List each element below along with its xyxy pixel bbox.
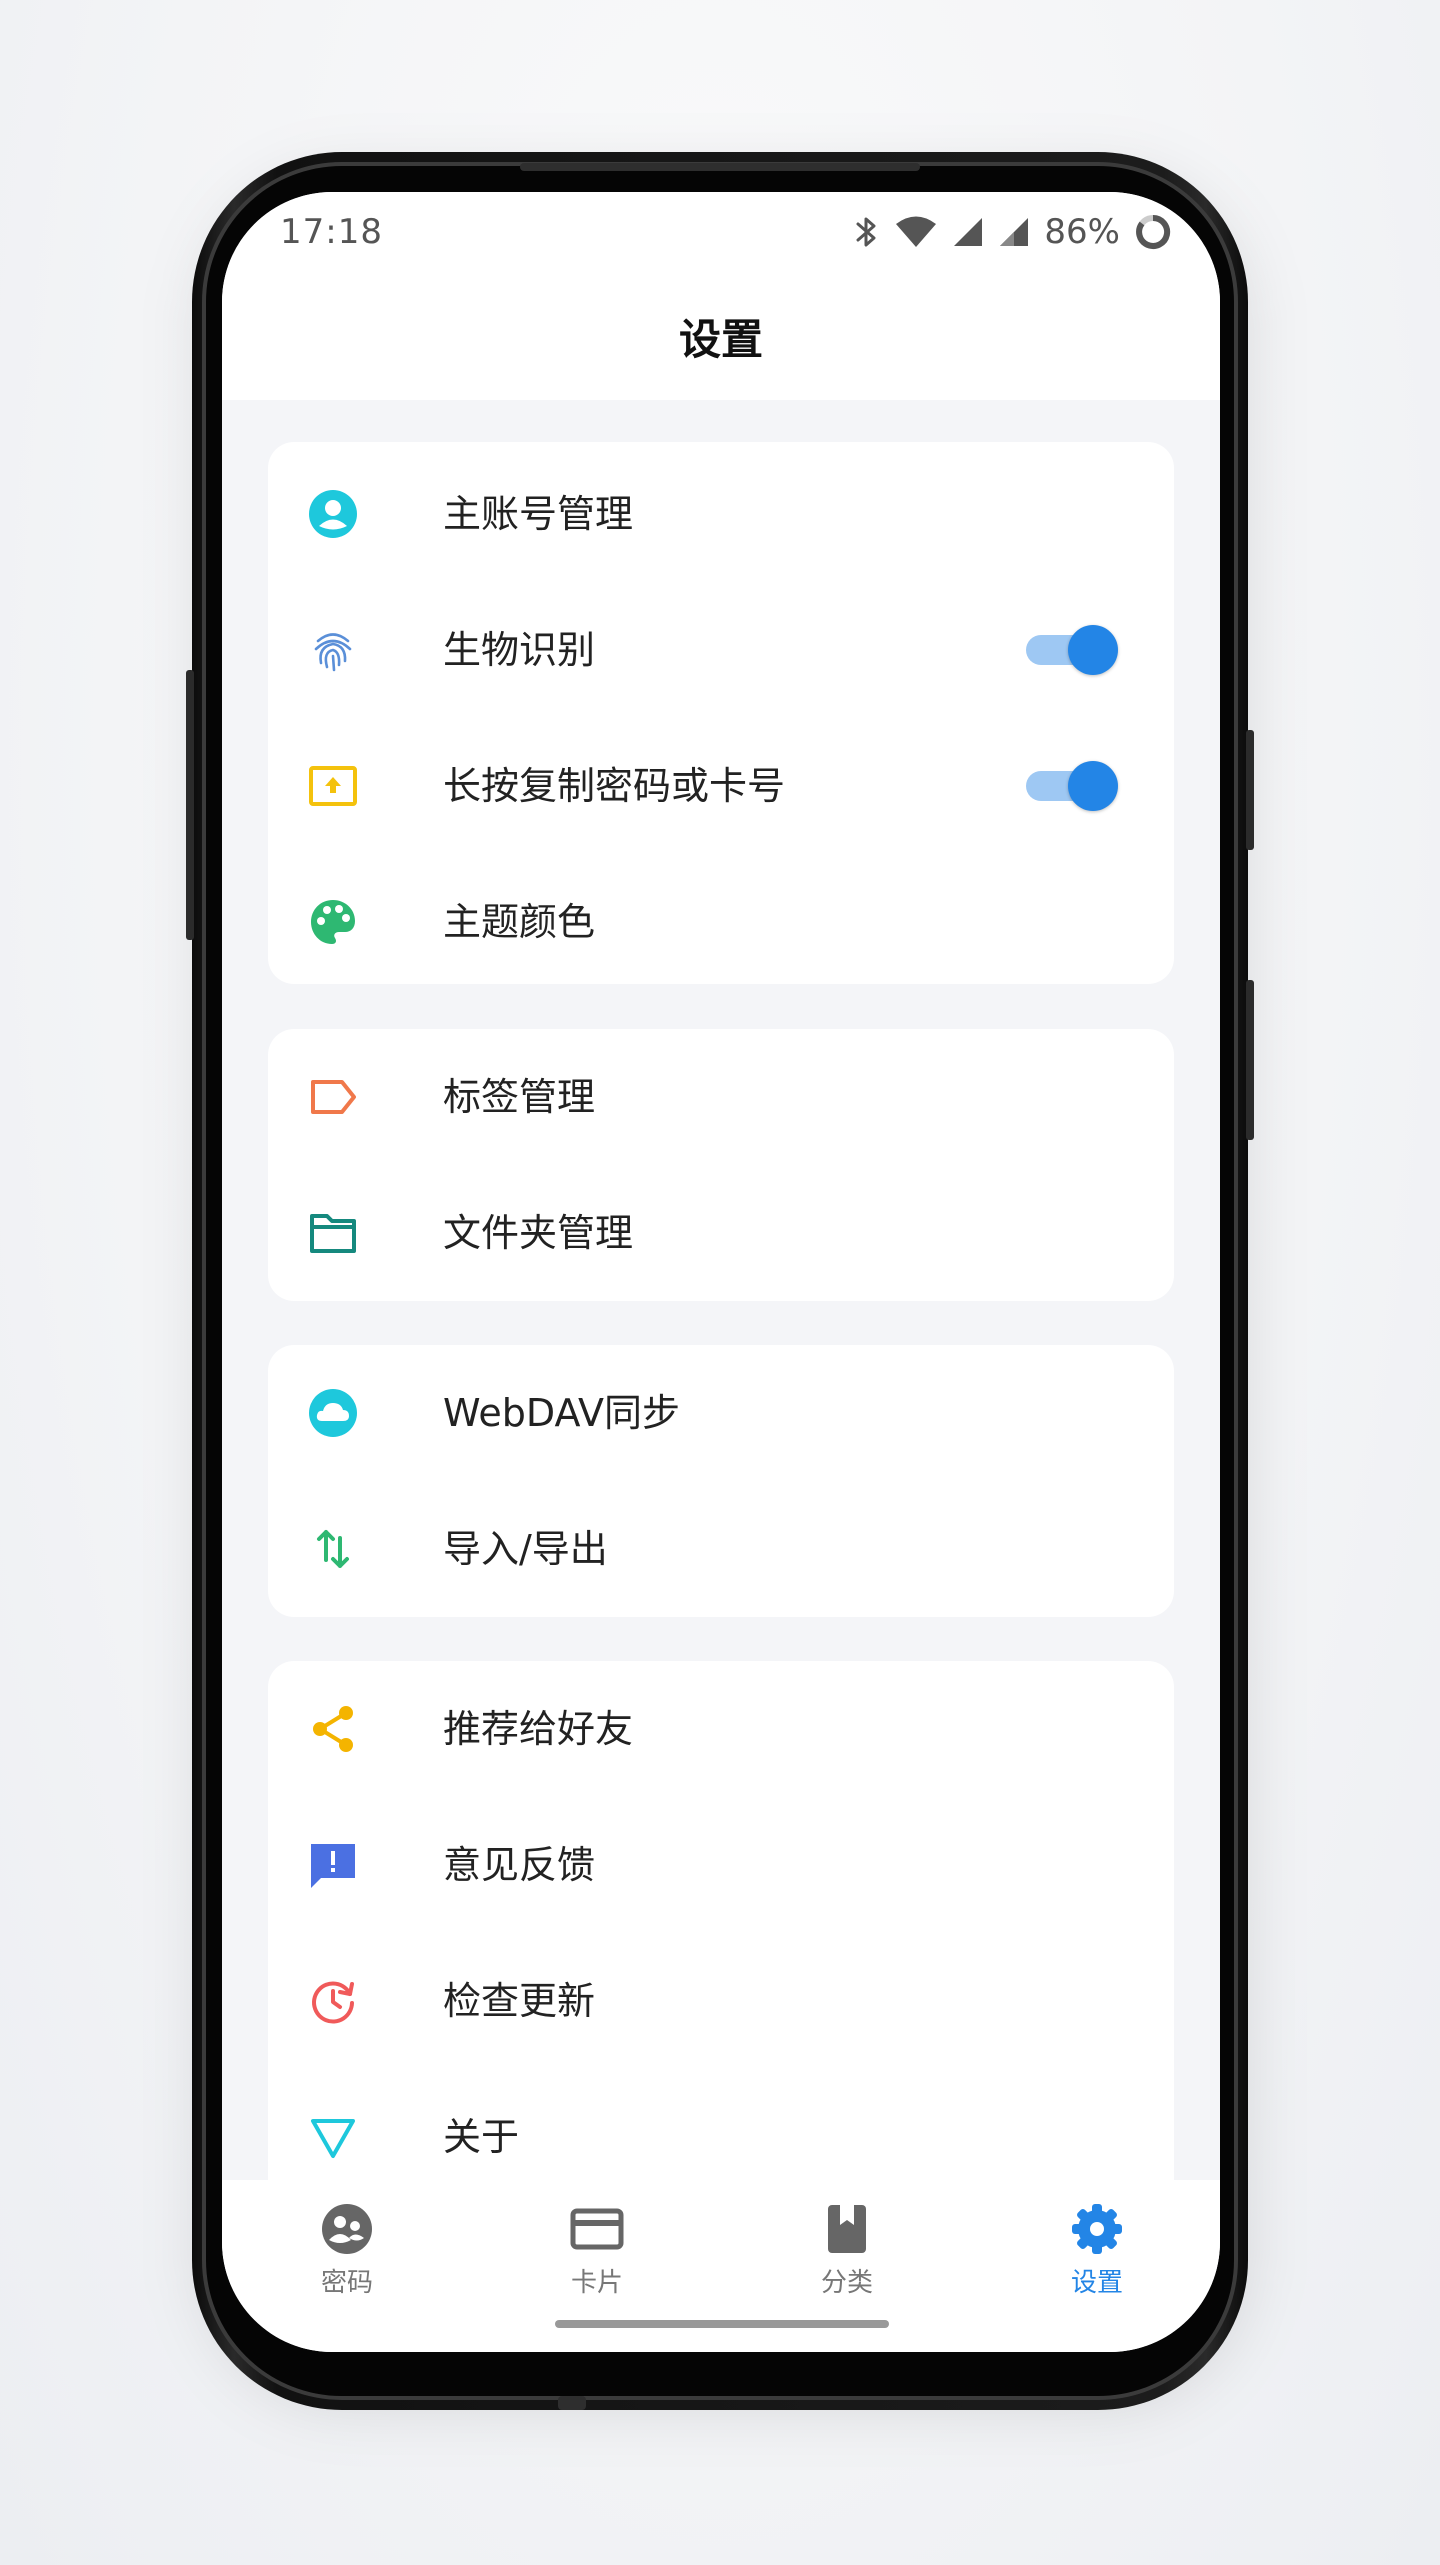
battery-percent: 86% bbox=[1044, 212, 1120, 252]
share-icon bbox=[308, 1704, 358, 1754]
setting-label: 文件夹管理 bbox=[443, 1211, 634, 1255]
feedback-icon bbox=[308, 1840, 358, 1890]
side-key bbox=[1246, 730, 1254, 850]
nav-tab-categories[interactable]: 分类 bbox=[787, 2202, 907, 2312]
setting-row-webdav[interactable]: WebDAV同步 bbox=[268, 1345, 1174, 1481]
nav-label: 密码 bbox=[320, 2268, 373, 2298]
settings-group-account: 主账号管理 生物识别 长按复制密码或卡号 主题颜色 bbox=[268, 442, 1174, 984]
bottom-navigation: 密码 卡片 分类 设置 bbox=[222, 2180, 1220, 2352]
power-button bbox=[1246, 980, 1254, 1140]
phone-screen: 17:18 86% 设置 主账号管理 生物识别 长按复制密码或卡号 主题颜色 标… bbox=[222, 192, 1220, 2352]
folder-icon bbox=[308, 1208, 358, 1258]
toggle-thumb bbox=[1068, 625, 1118, 675]
update-icon bbox=[308, 1976, 358, 2026]
setting-label: 标签管理 bbox=[443, 1075, 596, 1119]
setting-label: 检查更新 bbox=[443, 1979, 596, 2023]
status-icons: 86% bbox=[854, 210, 1172, 254]
nav-label: 设置 bbox=[1070, 2268, 1123, 2298]
setting-row-check-update[interactable]: 检查更新 bbox=[268, 1933, 1174, 2069]
setting-label: 主账号管理 bbox=[443, 492, 634, 536]
about-triangle-icon bbox=[308, 2112, 358, 2162]
settings-group-about: 推荐给好友 意见反馈 检查更新 关于 bbox=[268, 1661, 1174, 2221]
long-press-copy-toggle[interactable] bbox=[1022, 761, 1118, 811]
nav-tab-settings[interactable]: 设置 bbox=[1037, 2202, 1157, 2312]
setting-row-folders[interactable]: 文件夹管理 bbox=[268, 1165, 1174, 1301]
setting-row-share[interactable]: 推荐给好友 bbox=[268, 1661, 1174, 1797]
page-title: 设置 bbox=[678, 315, 763, 364]
import-export-icon bbox=[308, 1524, 358, 1574]
signal-icon-2 bbox=[1000, 218, 1029, 246]
setting-label: 生物识别 bbox=[443, 628, 596, 672]
cloud-icon bbox=[308, 1388, 358, 1438]
account-circle-icon bbox=[308, 489, 358, 539]
biometric-toggle[interactable] bbox=[1022, 625, 1118, 675]
palette-icon bbox=[308, 897, 358, 947]
signal-icon bbox=[954, 218, 983, 246]
nav-label: 分类 bbox=[820, 2268, 873, 2298]
volume-button bbox=[186, 670, 194, 940]
earpiece-slot bbox=[520, 163, 920, 171]
setting-label: 意见反馈 bbox=[443, 1843, 596, 1887]
toggle-thumb bbox=[1068, 761, 1118, 811]
home-indicator[interactable] bbox=[555, 2320, 889, 2328]
setting-label: 推荐给好友 bbox=[443, 1707, 634, 1751]
label-tag-icon bbox=[308, 1072, 358, 1122]
nav-tab-cards[interactable]: 卡片 bbox=[537, 2202, 657, 2312]
setting-row-tags[interactable]: 标签管理 bbox=[268, 1029, 1174, 1165]
setting-row-theme-color[interactable]: 主题颜色 bbox=[268, 854, 1174, 990]
category-book-icon bbox=[828, 2205, 866, 2253]
battery-ring-icon bbox=[1136, 214, 1171, 249]
card-icon bbox=[570, 2208, 624, 2250]
fingerprint-icon bbox=[308, 625, 358, 675]
settings-group-sync: WebDAV同步 导入/导出 bbox=[268, 1345, 1174, 1617]
setting-row-account[interactable]: 主账号管理 bbox=[268, 446, 1174, 582]
bluetooth-icon bbox=[856, 217, 876, 247]
settings-group-organize: 标签管理 文件夹管理 bbox=[268, 1029, 1174, 1301]
setting-row-biometric[interactable]: 生物识别 bbox=[268, 582, 1174, 718]
setting-row-import-export[interactable]: 导入/导出 bbox=[268, 1481, 1174, 1617]
setting-row-long-press-copy[interactable]: 长按复制密码或卡号 bbox=[268, 718, 1174, 854]
setting-label: 长按复制密码或卡号 bbox=[443, 764, 786, 808]
password-group-icon bbox=[322, 2204, 372, 2254]
setting-row-feedback[interactable]: 意见反馈 bbox=[268, 1797, 1174, 1933]
nav-tab-passwords[interactable]: 密码 bbox=[287, 2202, 407, 2312]
copy-upload-icon bbox=[308, 761, 358, 811]
usb-port bbox=[558, 2396, 586, 2410]
wifi-icon bbox=[896, 216, 937, 247]
setting-label: 导入/导出 bbox=[443, 1527, 608, 1571]
app-header: 17:18 86% 设置 bbox=[222, 192, 1220, 400]
setting-label: WebDAV同步 bbox=[443, 1391, 680, 1435]
setting-label: 关于 bbox=[443, 2115, 520, 2159]
nav-label: 卡片 bbox=[570, 2268, 623, 2298]
settings-gear-icon bbox=[1072, 2204, 1122, 2254]
setting-label: 主题颜色 bbox=[443, 900, 596, 944]
status-time: 17:18 bbox=[280, 212, 383, 252]
